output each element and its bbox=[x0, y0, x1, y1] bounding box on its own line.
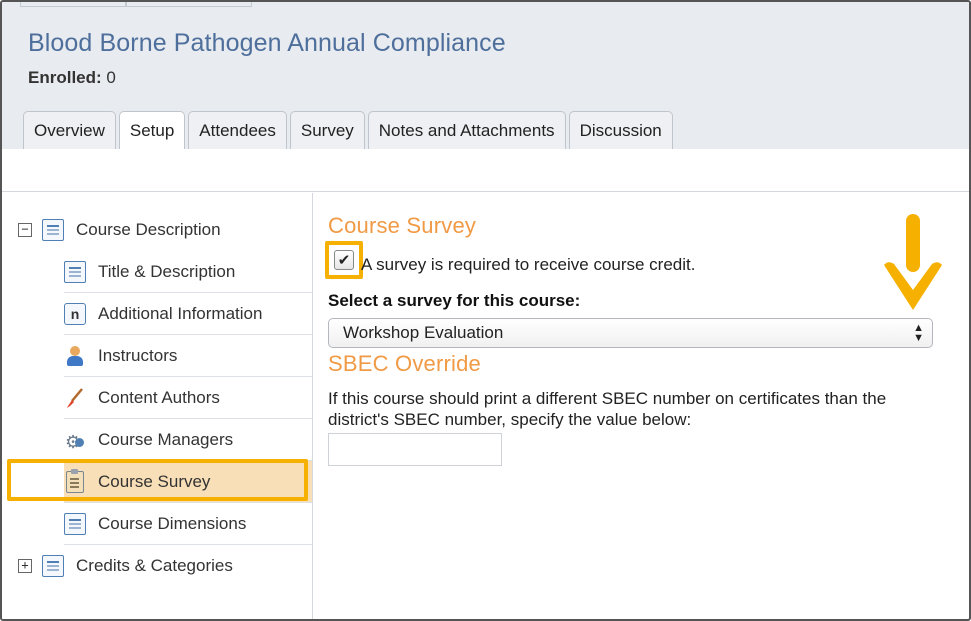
sbec-override-input[interactable] bbox=[328, 433, 502, 466]
sbec-override-heading: SBEC Override bbox=[328, 351, 481, 376]
setup-tree: − Course Description Title & Description… bbox=[2, 193, 313, 619]
clipboard-icon bbox=[64, 468, 86, 493]
tree-item-label: Instructors bbox=[98, 345, 178, 365]
tree-item-label: Content Authors bbox=[98, 387, 220, 407]
tab-attendees[interactable]: Attendees bbox=[188, 111, 287, 149]
tab-survey[interactable]: Survey bbox=[289, 111, 365, 149]
select-arrows-icon: ▲ ▼ bbox=[913, 322, 924, 344]
tree-item-instructors[interactable]: Instructors bbox=[64, 335, 312, 377]
paintbrush-icon bbox=[64, 387, 86, 409]
survey-select-label: Select a survey for this course: bbox=[328, 291, 581, 310]
tree-item-course-survey[interactable]: Course Survey bbox=[64, 461, 312, 503]
tab-discussion[interactable]: Discussion bbox=[568, 111, 673, 149]
tree-item-label: Course Dimensions bbox=[98, 513, 247, 533]
course-survey-panel: Course Survey ✔ A survey is required to … bbox=[314, 193, 969, 619]
tree-item-course-managers[interactable]: ⚙ Course Managers bbox=[64, 419, 312, 461]
checkbox-highlight-annotation: ✔ bbox=[325, 241, 363, 279]
tree-item-course-dimensions[interactable]: Course Dimensions bbox=[64, 503, 312, 545]
tree-node-label: Credits & Categories bbox=[76, 556, 233, 575]
expand-icon[interactable]: + bbox=[18, 559, 32, 573]
enrolled-value: 0 bbox=[106, 68, 116, 87]
tree-node-credits-categories[interactable]: + Credits & Categories bbox=[18, 545, 233, 587]
document-icon bbox=[64, 260, 86, 283]
gear-person-icon: ⚙ bbox=[64, 429, 86, 452]
tab-setup[interactable]: Setup bbox=[118, 111, 186, 150]
top-tab-stub bbox=[126, 2, 252, 7]
document-list-icon bbox=[42, 555, 64, 577]
tree-node-label: Course Description bbox=[76, 220, 221, 239]
arrow-down-annotation-icon bbox=[884, 214, 942, 310]
tree-item-title-description[interactable]: Title & Description bbox=[64, 251, 312, 293]
tab-notes-and-attachments[interactable]: Notes and Attachments bbox=[367, 111, 566, 149]
document-list-icon bbox=[42, 219, 64, 241]
course-survey-heading: Course Survey bbox=[328, 213, 477, 238]
top-tab-stub bbox=[20, 2, 126, 7]
enrolled-count: Enrolled: 0 bbox=[28, 68, 116, 88]
tab-overview[interactable]: Overview bbox=[23, 111, 116, 149]
survey-required-label: A survey is required to receive course c… bbox=[361, 255, 696, 274]
n-icon: n bbox=[64, 302, 86, 325]
survey-select[interactable]: Workshop Evaluation ▲ ▼ bbox=[328, 318, 933, 348]
page-title: Blood Borne Pathogen Annual Compliance bbox=[28, 29, 506, 57]
collapse-icon[interactable]: − bbox=[18, 223, 32, 237]
enrolled-label: Enrolled: bbox=[28, 68, 102, 87]
app-window: Blood Borne Pathogen Annual Compliance E… bbox=[0, 0, 971, 621]
survey-select-value: Workshop Evaluation bbox=[343, 323, 504, 342]
tree-item-content-authors[interactable]: Content Authors bbox=[64, 377, 312, 419]
tree-item-label: Course Survey bbox=[98, 471, 211, 491]
person-icon bbox=[64, 345, 86, 367]
tab-bar: Overview Setup Attendees Survey Notes an… bbox=[23, 111, 673, 150]
tree-item-label: Additional Information bbox=[98, 303, 263, 323]
tree-item-additional-information[interactable]: n Additional Information bbox=[64, 293, 312, 335]
survey-required-checkbox[interactable]: ✔ bbox=[334, 250, 354, 270]
subheader-bar bbox=[2, 149, 969, 192]
document-icon bbox=[64, 512, 86, 535]
tree-node-course-description[interactable]: − Course Description bbox=[18, 209, 221, 251]
tree-item-label: Title & Description bbox=[98, 261, 236, 281]
sbec-override-description: If this course should print a different … bbox=[328, 389, 887, 429]
tree-item-label: Course Managers bbox=[98, 429, 234, 449]
